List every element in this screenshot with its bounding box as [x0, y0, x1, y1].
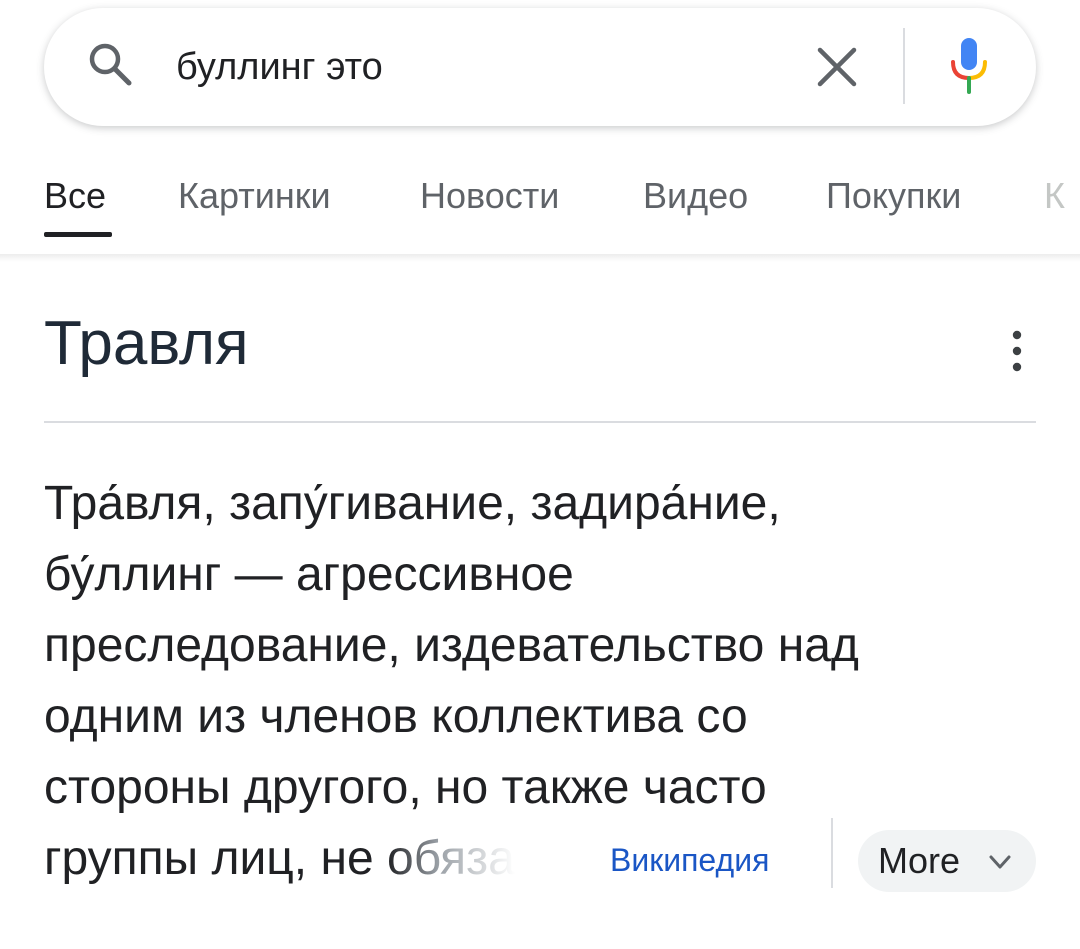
panel-title: Травля: [44, 309, 249, 378]
search-icon[interactable]: [84, 38, 136, 90]
description-line: одним из членов коллектива со: [44, 690, 748, 743]
more-button[interactable]: More: [858, 830, 1036, 892]
chevron-down-icon: [989, 855, 1011, 869]
more-button-label: More: [878, 840, 961, 881]
tabs-shadow: [0, 254, 1080, 262]
search-input[interactable]: буллинг это: [176, 42, 383, 92]
tab-news[interactable]: Новости: [420, 174, 559, 218]
microphone-icon[interactable]: [948, 36, 990, 96]
tab-shopping[interactable]: Покупки: [826, 174, 961, 218]
search-bar-divider: [903, 28, 905, 104]
close-icon[interactable]: [812, 42, 862, 92]
tab-video[interactable]: Видео: [643, 174, 748, 218]
description-line: Тра́вля, запу́гивание, задира́ние,: [44, 477, 781, 530]
source-divider: [831, 818, 833, 888]
tab-all[interactable]: Все: [44, 174, 106, 218]
panel-divider: [44, 421, 1036, 423]
more-vert-icon[interactable]: [1004, 326, 1030, 376]
tab-images[interactable]: Картинки: [178, 174, 331, 218]
active-tab-indicator: [44, 232, 112, 237]
description-line: бу́ллинг — агрессивное: [44, 548, 574, 601]
description-visible-text: группы лиц, не: [44, 832, 388, 885]
tab-partial[interactable]: К: [1044, 174, 1065, 218]
search-bar[interactable]: буллинг это: [44, 8, 1036, 126]
search-results-page: буллинг это Все Картинки Новости Видео П…: [0, 0, 1080, 949]
description-line: преследование, издевательство над: [44, 619, 859, 672]
description-line: стороны другого, но также часто: [44, 761, 767, 814]
source-link-wikipedia[interactable]: Википедия: [610, 838, 784, 882]
description-faded-text: обяза: [387, 832, 515, 885]
search-tabs: Все Картинки Новости Видео Покупки К: [0, 160, 1080, 256]
